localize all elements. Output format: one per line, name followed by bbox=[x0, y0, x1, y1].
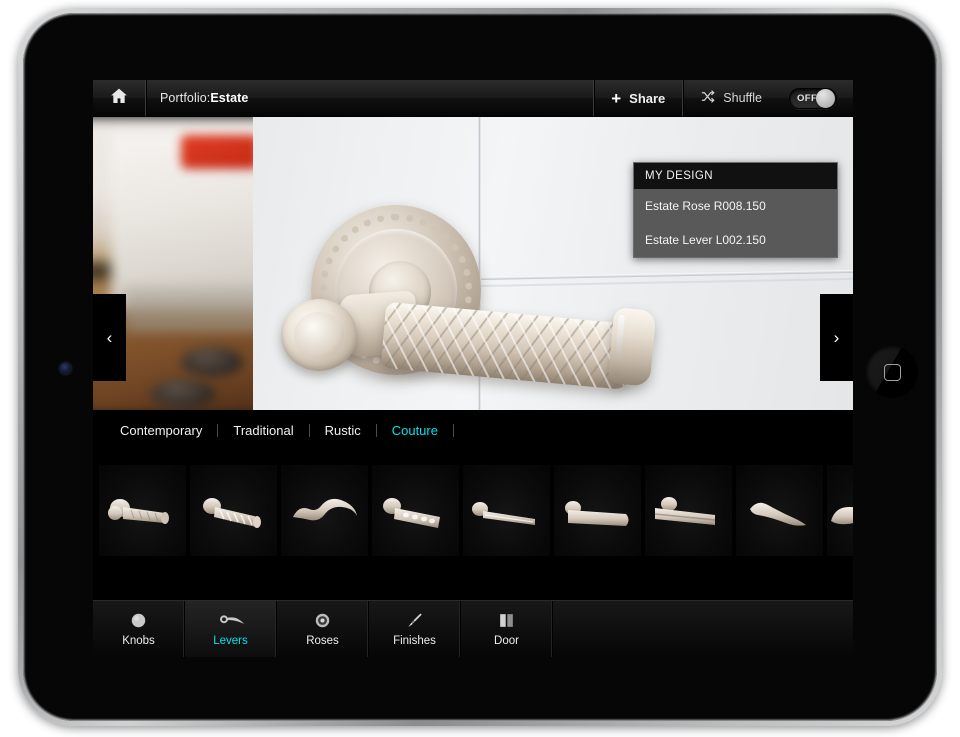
top-toolbar: Portfolio: Estate + Share Shuffle OFF bbox=[93, 80, 853, 117]
lever-pivot-cap bbox=[281, 299, 357, 371]
prev-arrow-button[interactable]: ‹ bbox=[93, 294, 126, 381]
nav-item-finishes[interactable]: Finishes bbox=[369, 601, 461, 657]
next-arrow-button[interactable]: › bbox=[820, 294, 853, 381]
toggle-state-label: OFF bbox=[797, 92, 818, 104]
tab-rustic[interactable]: Rustic bbox=[310, 423, 376, 438]
my-design-item-lever[interactable]: Estate Lever L002.150 bbox=[634, 223, 837, 257]
lever-thumb-5[interactable] bbox=[463, 464, 550, 556]
nav-label-roses: Roses bbox=[306, 635, 339, 647]
plus-icon: + bbox=[611, 88, 622, 108]
room-object bbox=[181, 347, 243, 377]
nav-item-door[interactable]: Door bbox=[461, 601, 553, 657]
thumbnail-strip[interactable] bbox=[93, 450, 853, 570]
category-tabs: Contemporary Traditional Rustic Couture bbox=[93, 410, 853, 450]
lever-bar bbox=[380, 301, 636, 391]
device-home-button[interactable] bbox=[866, 346, 918, 398]
shuffle-toggle[interactable]: OFF bbox=[789, 87, 837, 109]
toggle-knob bbox=[816, 88, 835, 108]
knob-icon bbox=[129, 611, 148, 630]
lever-thumb-2[interactable] bbox=[190, 464, 277, 556]
my-design-item-rose[interactable]: Estate Rose R008.150 bbox=[634, 189, 837, 223]
lever-end-cap bbox=[607, 307, 657, 387]
lever-pivot-cap-inner bbox=[294, 312, 344, 358]
room-object bbox=[151, 379, 215, 409]
nav-label-levers: Levers bbox=[213, 635, 248, 647]
bottom-navigation: Knobs Levers Roses Finishes Door bbox=[93, 600, 853, 657]
lever-thumb-7[interactable] bbox=[645, 464, 732, 556]
chevron-right-icon: › bbox=[833, 328, 840, 347]
lever-thumb-4[interactable] bbox=[372, 464, 459, 556]
tab-couture[interactable]: Couture bbox=[377, 423, 453, 438]
lever-thumb-9[interactable] bbox=[827, 464, 853, 556]
nav-label-door: Door bbox=[494, 635, 519, 647]
nav-item-levers[interactable]: Levers bbox=[185, 601, 277, 657]
lever-end-ring bbox=[613, 314, 625, 377]
lever-thumb-3[interactable] bbox=[281, 464, 368, 556]
lever-icon bbox=[217, 611, 245, 630]
room-red-pillow bbox=[181, 135, 253, 169]
nav-label-finishes: Finishes bbox=[393, 635, 436, 647]
lever-hardware-render bbox=[253, 117, 853, 410]
app-screen: Portfolio: Estate + Share Shuffle OFF ‹ … bbox=[93, 80, 853, 657]
bottom-nav-filler bbox=[553, 601, 853, 657]
room-chair-legs bbox=[123, 287, 253, 341]
home-button-glyph bbox=[883, 363, 901, 381]
chevron-left-icon: ‹ bbox=[106, 328, 113, 347]
tab-traditional[interactable]: Traditional bbox=[218, 423, 308, 438]
shuffle-label: Shuffle bbox=[723, 91, 762, 105]
paintbrush-icon bbox=[405, 611, 424, 630]
nav-label-knobs: Knobs bbox=[122, 635, 155, 647]
shuffle-button[interactable]: Shuffle bbox=[683, 80, 779, 116]
lever-thumb-1[interactable] bbox=[99, 464, 186, 556]
home-icon bbox=[109, 86, 129, 111]
shuffle-icon bbox=[700, 89, 715, 107]
breadcrumb: Portfolio: Estate bbox=[146, 80, 248, 116]
share-button[interactable]: + Share bbox=[594, 80, 682, 116]
portfolio-prefix: Portfolio: bbox=[160, 91, 211, 105]
tab-contemporary[interactable]: Contemporary bbox=[105, 423, 217, 438]
tab-divider bbox=[452, 423, 454, 437]
door-icon bbox=[497, 611, 516, 630]
hero-viewer[interactable]: ‹ › MY DESIGN Estate Rose R008.150 Estat… bbox=[93, 117, 853, 410]
lever-thumb-6[interactable] bbox=[554, 464, 641, 556]
front-camera-icon bbox=[60, 363, 71, 374]
my-design-title: MY DESIGN bbox=[634, 163, 837, 189]
lever-thumb-8[interactable] bbox=[736, 464, 823, 556]
home-button[interactable] bbox=[93, 80, 145, 116]
rose-icon bbox=[313, 611, 332, 630]
nav-item-knobs[interactable]: Knobs bbox=[93, 601, 185, 657]
share-label: Share bbox=[629, 90, 666, 106]
hero-door-image bbox=[253, 117, 853, 410]
my-design-panel: MY DESIGN Estate Rose R008.150 Estate Le… bbox=[633, 162, 838, 258]
shuffle-toggle-wrapper: OFF bbox=[779, 80, 853, 116]
lever-crosshatch-pattern bbox=[380, 301, 636, 391]
nav-item-roses[interactable]: Roses bbox=[277, 601, 369, 657]
portfolio-name: Estate bbox=[210, 91, 249, 105]
